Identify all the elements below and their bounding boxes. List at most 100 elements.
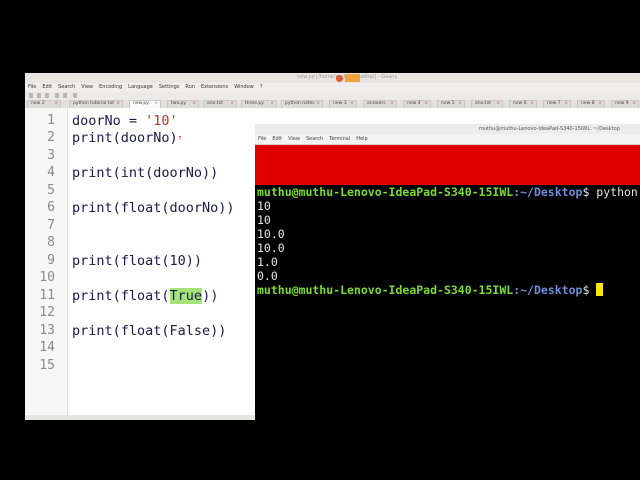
code-line[interactable]: print(float(True)) <box>72 288 218 304</box>
menu-language[interactable]: Language <box>125 83 156 92</box>
code-line[interactable]: print(doorNo)↑ <box>72 130 183 146</box>
close-icon[interactable]: × <box>54 101 58 106</box>
tab-new-8[interactable]: new 8 × <box>577 100 605 108</box>
tab-python-notes[interactable]: python notes × <box>281 100 323 108</box>
prompt-suffix: $ <box>582 185 597 199</box>
terminal-window: muthu@muthu-Lenovo-IdeaPad-S340-15IWL: ~… <box>255 124 640 420</box>
close-icon[interactable]: × <box>154 101 158 106</box>
line-number: 3 <box>47 148 55 163</box>
close-icon[interactable]: × <box>564 101 568 106</box>
code-line[interactable]: print(float(10)) <box>72 253 202 269</box>
line-number: 2 <box>47 130 55 145</box>
close-icon[interactable]: × <box>424 101 428 106</box>
menu-run[interactable]: Run <box>182 83 198 92</box>
close-icon[interactable]: × <box>496 101 500 106</box>
terminal-menu-terminal[interactable]: Terminal <box>326 134 353 144</box>
app-badge-icon <box>345 74 360 82</box>
output-line: 10 <box>257 213 271 227</box>
editor-menu-bar: File Edit Search View Encoding Language … <box>25 83 640 92</box>
close-icon[interactable]: × <box>230 101 234 106</box>
tab-three-py[interactable]: three.py × <box>241 100 277 108</box>
prompt-line[interactable]: muthu@muthu-Lenovo-IdeaPad-S340-15IWL:~/… <box>257 283 604 297</box>
tab-new-5[interactable]: new 5 × <box>437 100 465 108</box>
menu-search[interactable]: Search <box>55 83 78 92</box>
terminal-title: muthu@muthu-Lenovo-IdeaPad-S340-15IWL: ~… <box>479 126 620 132</box>
prompt-path: :~/Desktop <box>513 185 583 199</box>
tab-one-txt-2[interactable]: one.txt × <box>471 100 503 108</box>
line-number: 5 <box>47 183 55 198</box>
menu-encoding[interactable]: Encoding <box>96 83 125 92</box>
line-number: 4 <box>47 165 55 180</box>
terminal-cursor <box>596 283 604 296</box>
search-highlight: True <box>169 288 203 304</box>
line-number: 10 <box>39 270 55 285</box>
line-number: 7 <box>47 218 55 233</box>
new-file-icon[interactable] <box>29 93 33 98</box>
tab-python-tutorial[interactable]: python tutorial.txt × <box>69 100 123 108</box>
tab-new-3[interactable]: new 3 × <box>329 100 357 108</box>
menu-edit[interactable]: Edit <box>39 83 55 92</box>
terminal-title-bar[interactable]: muthu@muthu-Lenovo-IdeaPad-S340-15IWL: ~… <box>255 124 640 134</box>
menu-file[interactable]: File <box>25 83 39 92</box>
editor-title-bar[interactable]: new.py [/home/muthu/Desktop] - Geany <box>25 73 640 83</box>
close-icon[interactable]: × <box>390 101 394 106</box>
code-line[interactable]: doorNo = '10' <box>72 113 178 129</box>
prompt-user: muthu@muthu-Lenovo-IdeaPad-S340-15IWL <box>257 185 514 199</box>
terminal-output-area[interactable]: muthu@muthu-Lenovo-IdeaPad-S340-15IWL:~/… <box>255 185 640 420</box>
save-file-icon[interactable] <box>45 93 49 98</box>
command-text: python <box>596 185 638 199</box>
open-file-icon[interactable] <box>37 93 41 98</box>
terminal-menu-help[interactable]: Help <box>353 134 370 144</box>
undo-icon[interactable] <box>55 93 59 98</box>
close-icon[interactable]: × <box>632 101 636 106</box>
close-icon[interactable]: × <box>598 101 602 106</box>
tab-new-2[interactable]: new 2 × <box>27 100 61 108</box>
terminal-menu-edit[interactable]: Edit <box>269 134 285 144</box>
menu-help[interactable]: ? <box>257 83 266 92</box>
menu-view[interactable]: View <box>78 83 96 92</box>
terminal-menu-file[interactable]: File <box>255 134 269 144</box>
output-line: 0.0 <box>257 269 278 283</box>
text-caret-icon: ↑ <box>177 133 183 142</box>
close-icon[interactable]: × <box>316 101 320 106</box>
prompt-suffix: $ <box>582 283 597 297</box>
tab-new-4[interactable]: new 4 × <box>403 100 431 108</box>
run-icon[interactable] <box>73 93 77 98</box>
line-number: 13 <box>39 323 55 338</box>
output-line: 1.0 <box>257 255 278 269</box>
close-icon[interactable]: × <box>270 101 274 106</box>
terminal-banner <box>255 145 640 185</box>
menu-extensions[interactable]: Extensions <box>198 83 231 92</box>
tab-one-txt[interactable]: one.txt × <box>203 100 237 108</box>
tab-new-9[interactable]: new 9 × <box>611 100 639 108</box>
code-line[interactable]: print(float(False)) <box>72 323 226 339</box>
menu-window[interactable]: Window <box>231 83 257 92</box>
redo-icon[interactable] <box>63 93 67 98</box>
terminal-menu-view[interactable]: View <box>285 134 303 144</box>
prompt-path: :~/Desktop <box>513 283 583 297</box>
prompt-user: muthu@muthu-Lenovo-IdeaPad-S340-15IWL <box>257 283 514 297</box>
line-number: 12 <box>39 305 55 320</box>
output-line: 10.0 <box>257 241 285 255</box>
close-icon[interactable]: × <box>458 101 462 106</box>
terminal-menu-bar: File Edit View Search Terminal Help <box>255 134 640 145</box>
tab-answers[interactable]: answers × <box>363 100 397 108</box>
tab-new-py[interactable]: new.py × <box>129 100 161 108</box>
output-line: 10 <box>257 199 271 213</box>
terminal-menu-search[interactable]: Search <box>303 134 326 144</box>
menu-settings[interactable]: Settings <box>156 83 183 92</box>
close-icon[interactable]: × <box>350 101 354 106</box>
code-line[interactable]: print(int(doorNo)) <box>72 165 218 181</box>
tab-new-6[interactable]: new 6 × <box>509 100 537 108</box>
line-number: 9 <box>47 253 55 268</box>
tab-two-py[interactable]: two.py × <box>167 100 199 108</box>
tab-new-7[interactable]: new 7 × <box>543 100 571 108</box>
close-icon[interactable]: × <box>530 101 534 106</box>
line-number-gutter: 1 2 3 4 5 6 7 8 9 10 11 12 13 14 15 <box>25 108 68 415</box>
prompt-line: muthu@muthu-Lenovo-IdeaPad-S340-15IWL:~/… <box>257 185 638 199</box>
code-line[interactable]: print(float(doorNo)) <box>72 200 235 216</box>
close-icon[interactable]: × <box>116 101 120 106</box>
close-icon[interactable]: × <box>192 101 196 106</box>
line-number: 6 <box>47 200 55 215</box>
string-literal: '10' <box>145 113 178 129</box>
